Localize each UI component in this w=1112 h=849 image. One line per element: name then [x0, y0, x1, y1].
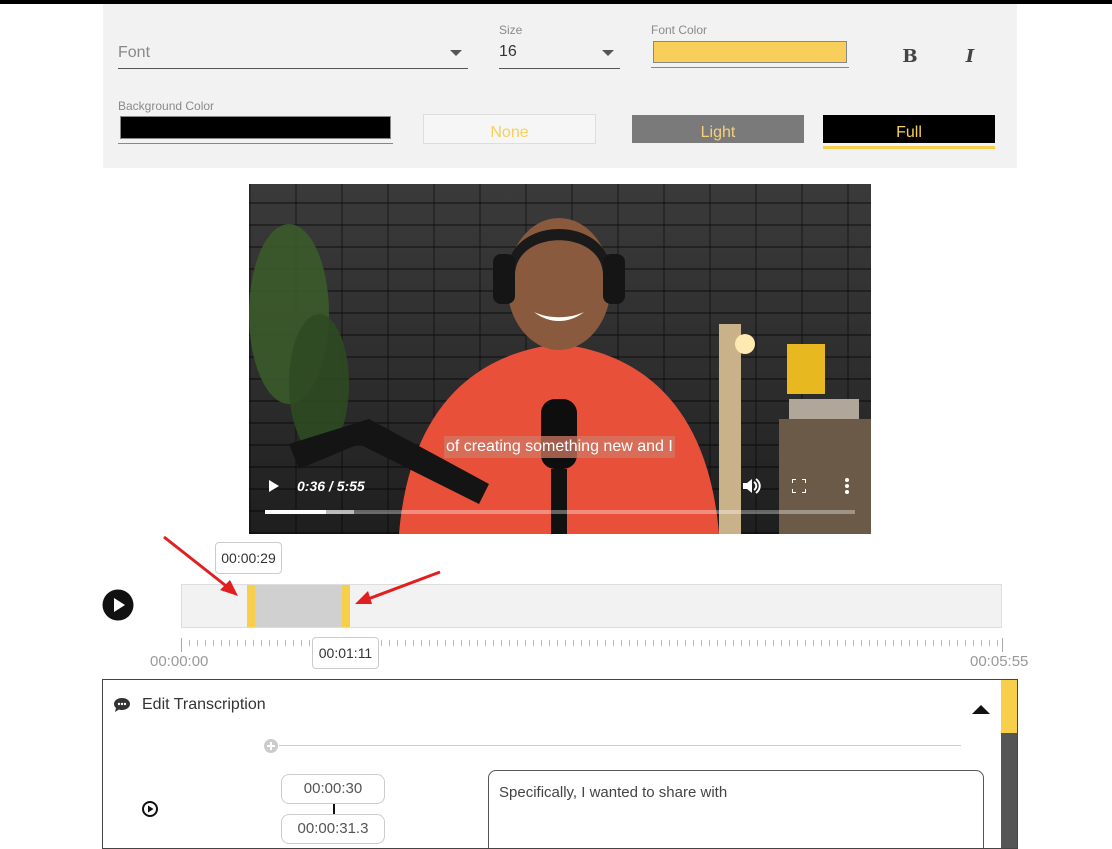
play-icon[interactable]: [102, 589, 134, 621]
video-progress-bar[interactable]: [265, 510, 855, 514]
video-time: 0:36 / 5:55: [297, 478, 365, 494]
chevron-down-icon: [602, 50, 614, 56]
scrollbar-thumb[interactable]: [1001, 680, 1017, 733]
segment-start-time[interactable]: 00:00:30: [281, 774, 385, 804]
font-color-picker[interactable]: [651, 39, 849, 68]
chat-bubble-icon: [113, 697, 131, 713]
size-select[interactable]: 16: [499, 40, 620, 69]
timeline-end-label: 00:05:55: [970, 653, 1029, 670]
video-subtitle: of creating something new and I: [444, 436, 675, 458]
font-select[interactable]: Font: [118, 40, 468, 69]
size-label: Size: [499, 23, 523, 37]
edit-transcription-panel: Edit Transcription 00:00:30 00:00:31.3 S…: [102, 679, 1018, 849]
timeline-end-tick: [1002, 638, 1003, 652]
bold-button[interactable]: B: [898, 46, 922, 67]
background-color-label: Background Color: [118, 99, 215, 113]
background-none-button[interactable]: None: [423, 114, 596, 144]
background-color-picker[interactable]: [118, 114, 393, 144]
chevron-down-icon: [450, 50, 462, 56]
collapse-icon[interactable]: [971, 702, 991, 714]
more-options-icon[interactable]: [844, 478, 850, 494]
selected-option-underline: [823, 146, 995, 149]
background-light-button[interactable]: Light: [632, 115, 804, 143]
size-value: 16: [499, 43, 517, 60]
scrollbar[interactable]: [1001, 680, 1017, 848]
timeline-start-label: 00:00:00: [150, 653, 209, 670]
font-color-label: Font Color: [651, 23, 708, 37]
background-full-button[interactable]: Full: [823, 115, 995, 143]
video-played-bar: [265, 510, 326, 514]
font-color-swatch[interactable]: [653, 41, 847, 63]
italic-button[interactable]: I: [958, 46, 982, 67]
selection-end-tooltip: 00:01:11: [312, 637, 379, 669]
add-segment-icon[interactable]: [264, 739, 278, 753]
annotation-arrows: [163, 535, 441, 604]
fullscreen-icon[interactable]: [791, 478, 807, 494]
volume-icon[interactable]: [741, 477, 761, 495]
timeline-ticks: [181, 638, 1003, 652]
play-icon[interactable]: [266, 479, 280, 493]
caption-style-panel: Font Size 16 Font Color B I Background C…: [103, 4, 1017, 168]
segment-divider: [279, 745, 961, 746]
background-color-swatch[interactable]: [120, 116, 391, 139]
segment-end-time[interactable]: 00:00:31.3: [281, 814, 385, 844]
timeline-start-tick: [181, 638, 182, 652]
font-select-placeholder: Font: [118, 44, 151, 61]
segment-text-input[interactable]: Specifically, I wanted to share with: [488, 770, 984, 848]
edit-transcription-title: Edit Transcription: [142, 696, 266, 713]
play-icon[interactable]: [142, 801, 158, 817]
video-player[interactable]: of creating something new and I 0:36 / 5…: [249, 184, 871, 534]
time-connector: [333, 804, 335, 814]
